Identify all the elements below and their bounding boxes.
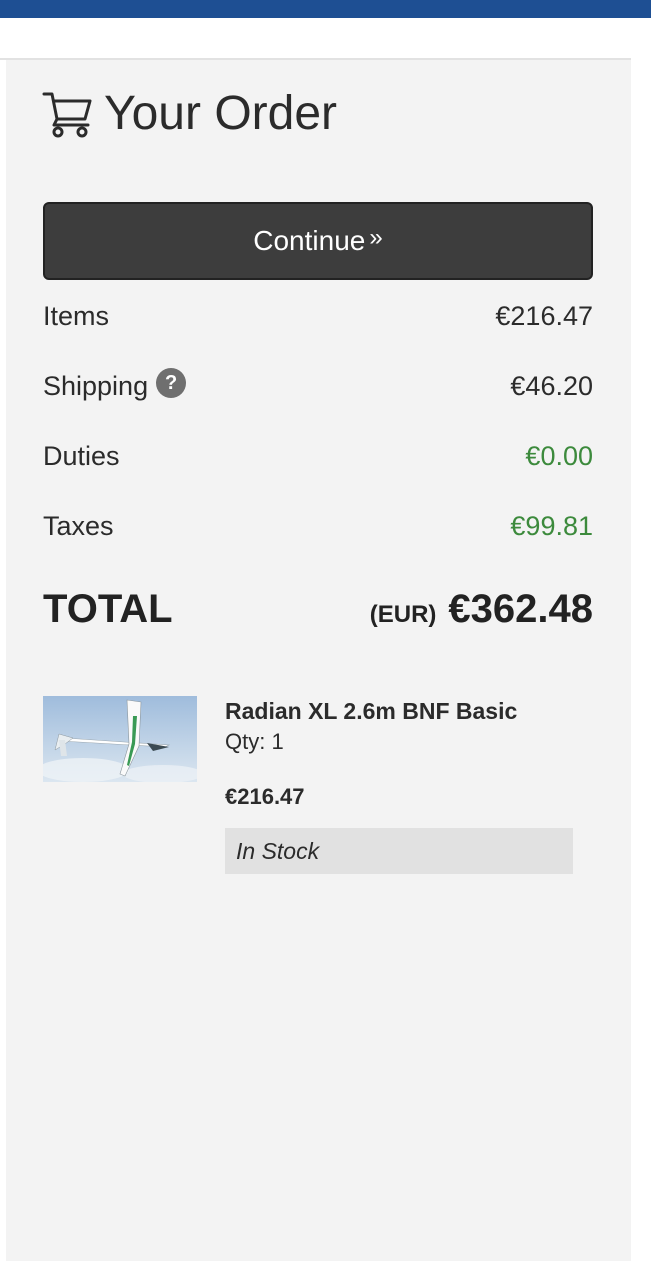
duties-value: €0.00 (525, 440, 593, 471)
items-value: €216.47 (495, 300, 593, 331)
top-header-bar (0, 0, 651, 18)
order-header: Your Order (42, 86, 337, 142)
product-info: Radian XL 2.6m BNF Basic Qty: 1 €216.47 … (225, 696, 585, 874)
shipping-row: Shipping ? €46.20 (43, 366, 593, 406)
taxes-label: Taxes (43, 510, 114, 541)
taxes-row: Taxes €99.81 (43, 506, 593, 546)
total-label: TOTAL (43, 586, 173, 631)
product-name-link[interactable]: Radian XL 2.6m BNF Basic (225, 696, 585, 726)
total-value: €362.48 (448, 586, 593, 631)
items-label: Items (43, 300, 110, 331)
stock-status-badge: In Stock (225, 828, 573, 874)
duties-label: Duties (43, 440, 120, 471)
product-image[interactable] (43, 696, 197, 782)
product-price: €216.47 (225, 784, 305, 809)
double-chevron-right-icon: » (369, 224, 383, 251)
total-row: TOTAL (EUR) €362.48 (43, 584, 593, 634)
order-summary-panel: Your Order Continue» Items €216.47 Shipp… (6, 60, 631, 1261)
duties-row: Duties €0.00 (43, 436, 593, 476)
taxes-value: €99.81 (510, 510, 593, 541)
shipping-value: €46.20 (510, 370, 593, 401)
product-qty: Qty: 1 (225, 729, 284, 754)
continue-button[interactable]: Continue» (43, 202, 593, 280)
shipping-label: Shipping (43, 370, 149, 401)
continue-button-label: Continue (253, 225, 366, 256)
shipping-label-group: Shipping ? (43, 368, 187, 402)
total-amount-group: (EUR) €362.48 (370, 587, 593, 632)
items-row: Items €216.47 (43, 296, 593, 336)
sub-header-bar (0, 18, 631, 60)
page-title: Your Order (104, 87, 338, 140)
shopping-cart-icon (42, 92, 92, 138)
total-currency: (EUR) (369, 600, 437, 628)
question-circle-icon[interactable]: ? (156, 368, 187, 398)
